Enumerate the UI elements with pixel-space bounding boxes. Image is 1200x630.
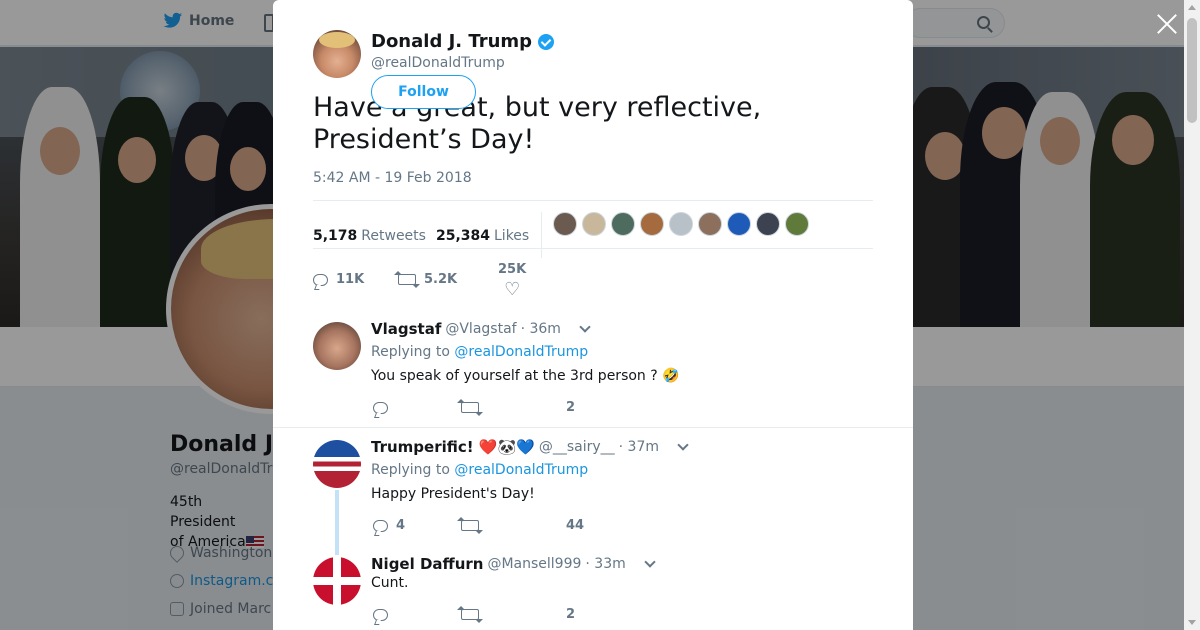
like-count: 44 xyxy=(566,518,585,533)
retweet-action[interactable] xyxy=(457,606,566,623)
like-action[interactable]: 25K xyxy=(498,262,527,300)
verified-badge-icon xyxy=(538,33,555,50)
reply-author-handle[interactable]: @Mansell999 xyxy=(487,556,581,572)
liker-avatar[interactable] xyxy=(785,212,809,236)
reply-header: Nigel Daffurn @Mansell999 · 33m xyxy=(371,555,656,573)
replying-to-link[interactable]: @realDonaldTrump xyxy=(454,344,588,360)
reply-header: Trumperific! ❤️🐼💙 @__sairy__ · 37m xyxy=(371,438,689,456)
reply-time[interactable]: · 33m xyxy=(585,556,625,572)
liker-avatar[interactable] xyxy=(698,212,722,236)
reply-author-name[interactable]: Vlagstaf xyxy=(371,320,441,338)
retweet-icon[interactable] xyxy=(457,606,483,623)
reply-text: Happy President's Day! xyxy=(371,486,535,502)
reply-text: You speak of yourself at the 3rd person … xyxy=(371,368,680,384)
author-avatar[interactable] xyxy=(313,30,361,78)
tweet-modal: Donald J. Trump @realDonaldTrump Have a … xyxy=(273,0,913,630)
divider xyxy=(273,427,913,428)
retweet-action[interactable] xyxy=(457,517,566,534)
liker-avatar[interactable] xyxy=(553,212,577,236)
reply-avatar[interactable] xyxy=(313,557,361,605)
liker-avatar[interactable] xyxy=(669,212,693,236)
reply-header: Vlagstaf @Vlagstaf · 36m xyxy=(371,320,591,338)
reply-actions: 4 44 xyxy=(373,517,584,534)
retweet-action[interactable] xyxy=(457,399,566,416)
reply-action[interactable]: 11K xyxy=(313,272,398,287)
reply-count: 11K xyxy=(336,272,365,287)
reply-icon[interactable] xyxy=(313,273,328,286)
like-count: 2 xyxy=(566,400,576,415)
chevron-down-icon[interactable] xyxy=(579,321,591,333)
tweet-actions: 11K 5.2K 25K xyxy=(313,262,527,300)
reply-author-name[interactable]: Trumperific! ❤️🐼💙 xyxy=(371,438,535,456)
likes-stat[interactable]: 25,384 Likes xyxy=(436,228,529,244)
scrollbar-thumb[interactable] xyxy=(1187,18,1197,123)
retweet-action[interactable]: 5.2K xyxy=(394,271,498,288)
like-count: 25K xyxy=(498,262,527,277)
reply-author-handle[interactable]: @Vlagstaf xyxy=(445,321,516,337)
reply-avatar[interactable] xyxy=(313,322,361,370)
reply-action[interactable] xyxy=(373,401,461,414)
reply-author-handle[interactable]: @__sairy__ xyxy=(539,439,615,455)
follow-button[interactable]: Follow xyxy=(371,75,476,109)
like-action[interactable]: 44 xyxy=(566,518,584,533)
replying-to: Replying to @realDonaldTrump xyxy=(371,344,589,360)
liker-avatar[interactable] xyxy=(756,212,780,236)
retweet-icon[interactable] xyxy=(394,271,420,288)
like-count: 2 xyxy=(566,607,576,622)
scroll-up-arrow[interactable] xyxy=(1188,5,1196,10)
author-name[interactable]: Donald J. Trump xyxy=(371,31,532,52)
reply-action[interactable] xyxy=(373,608,461,621)
liker-avatar[interactable] xyxy=(611,212,635,236)
reply-icon[interactable] xyxy=(373,608,388,621)
tweet-stats: 5,178 Retweets 25,384 Likes xyxy=(313,212,554,259)
replying-to-link[interactable]: @realDonaldTrump xyxy=(454,462,588,478)
close-icon[interactable] xyxy=(1155,12,1179,36)
reply-action[interactable]: 4 xyxy=(373,518,461,533)
reply-text: Cunt. xyxy=(371,575,409,591)
divider xyxy=(313,248,873,249)
retweets-stat[interactable]: 5,178 Retweets xyxy=(313,228,426,244)
retweet-count: 5.2K xyxy=(424,272,458,287)
reply-actions: 2 xyxy=(373,606,575,623)
scrollbar[interactable] xyxy=(1184,0,1200,630)
retweet-icon[interactable] xyxy=(457,517,483,534)
chevron-down-icon[interactable] xyxy=(644,556,656,568)
scroll-down-arrow[interactable] xyxy=(1188,620,1196,625)
reply-time[interactable]: · 36m xyxy=(521,321,561,337)
reply-icon[interactable] xyxy=(373,401,388,414)
like-action[interactable]: 2 xyxy=(566,607,575,622)
like-action[interactable]: 2 xyxy=(566,400,575,415)
author-name-row[interactable]: Donald J. Trump xyxy=(371,31,555,52)
chevron-down-icon[interactable] xyxy=(677,439,689,451)
reply-author-name[interactable]: Nigel Daffurn xyxy=(371,555,483,573)
reply-avatar[interactable] xyxy=(313,440,361,488)
tweet-timestamp[interactable]: 5:42 AM - 19 Feb 2018 xyxy=(313,170,472,186)
liker-avatar[interactable] xyxy=(582,212,606,236)
heart-icon[interactable] xyxy=(504,279,520,300)
author-handle[interactable]: @realDonaldTrump xyxy=(371,55,505,71)
thread-line xyxy=(335,490,339,555)
liker-avatar[interactable] xyxy=(640,212,664,236)
reply-count: 4 xyxy=(396,518,406,533)
reply-time[interactable]: · 37m xyxy=(619,439,659,455)
divider xyxy=(313,200,873,201)
likers-avatars xyxy=(553,212,809,236)
retweet-icon[interactable] xyxy=(457,399,483,416)
liker-avatar[interactable] xyxy=(727,212,751,236)
reply-icon[interactable] xyxy=(373,519,388,532)
reply-actions: 2 xyxy=(373,399,575,416)
replying-to: Replying to @realDonaldTrump xyxy=(371,462,589,478)
